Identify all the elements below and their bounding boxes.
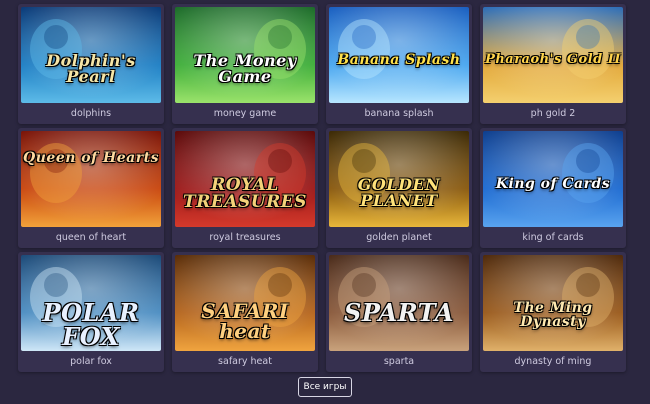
game-caption[interactable]: queen of heart [21,227,161,248]
game-card[interactable]: SAFARI heat safary heat [172,252,318,372]
queen-icon [21,131,161,227]
game-thumbnail[interactable]: King of Cards [483,131,623,227]
game-thumbnail[interactable]: The Ming Dynasty [483,255,623,351]
game-card[interactable]: GOLDEN PLANET golden planet [326,128,472,248]
game-logo-text: King of Cards [495,176,611,192]
game-thumbnail[interactable]: Dolphin's Pearl [21,7,161,103]
game-caption[interactable]: safary heat [175,351,315,372]
game-logo-text: Pharaoh's Gold II [485,52,621,67]
game-thumbnail[interactable]: Queen of Hearts [21,131,161,227]
game-thumbnail[interactable]: SPARTA [329,255,469,351]
game-logo-text: SPARTA [344,298,454,327]
game-card[interactable]: Dolphin's Pearl dolphins [18,4,164,124]
game-thumbnail[interactable]: GOLDEN PLANET [329,131,469,227]
game-caption[interactable]: money game [175,103,315,124]
game-logo-text: Dolphin's Pearl [46,51,136,86]
game-caption[interactable]: ph gold 2 [483,103,623,124]
game-logo-text: Queen of Hearts [23,150,159,166]
game-card[interactable]: Banana Splash banana splash [326,4,472,124]
game-caption[interactable]: banana splash [329,103,469,124]
all-games-button[interactable]: Все игры [298,377,352,397]
game-thumbnail[interactable]: POLAR FOX [21,255,161,351]
game-logo-text: POLAR FOX [42,298,140,351]
game-logo-text: Banana Splash [337,52,461,68]
game-card[interactable]: ROYAL TREASURES royal treasures [172,128,318,248]
game-caption[interactable]: dynasty of ming [483,351,623,372]
game-caption[interactable]: dolphins [21,103,161,124]
game-card[interactable]: Pharaoh's Gold II ph gold 2 [480,4,626,124]
game-card[interactable]: SPARTA sparta [326,252,472,372]
game-card[interactable]: King of Cards king of cards [480,128,626,248]
game-thumbnail[interactable]: SAFARI heat [175,255,315,351]
game-card[interactable]: The Ming Dynasty dynasty of ming [480,252,626,372]
game-card[interactable]: The Money Game money game [172,4,318,124]
game-caption[interactable]: king of cards [483,227,623,248]
game-caption[interactable]: golden planet [329,227,469,248]
game-logo-text: ROYAL TREASURES [183,175,307,212]
game-thumbnail[interactable]: ROYAL TREASURES [175,131,315,227]
game-logo-text: SAFARI heat [201,299,289,343]
game-card[interactable]: Queen of Hearts queen of heart [18,128,164,248]
game-logo-text: The Ming Dynasty [513,300,593,330]
game-thumbnail[interactable]: The Money Game [175,7,315,103]
game-logo-text: The Money Game [193,51,297,86]
game-caption[interactable]: royal treasures [175,227,315,248]
game-logo-text: GOLDEN PLANET [357,175,441,210]
games-grid: Dolphin's Pearl dolphins The Money Game mon… [18,4,626,372]
game-card[interactable]: POLAR FOX polar fox [18,252,164,372]
game-thumbnail[interactable]: Banana Splash [329,7,469,103]
game-caption[interactable]: polar fox [21,351,161,372]
game-caption[interactable]: sparta [329,351,469,372]
game-thumbnail[interactable]: Pharaoh's Gold II [483,7,623,103]
